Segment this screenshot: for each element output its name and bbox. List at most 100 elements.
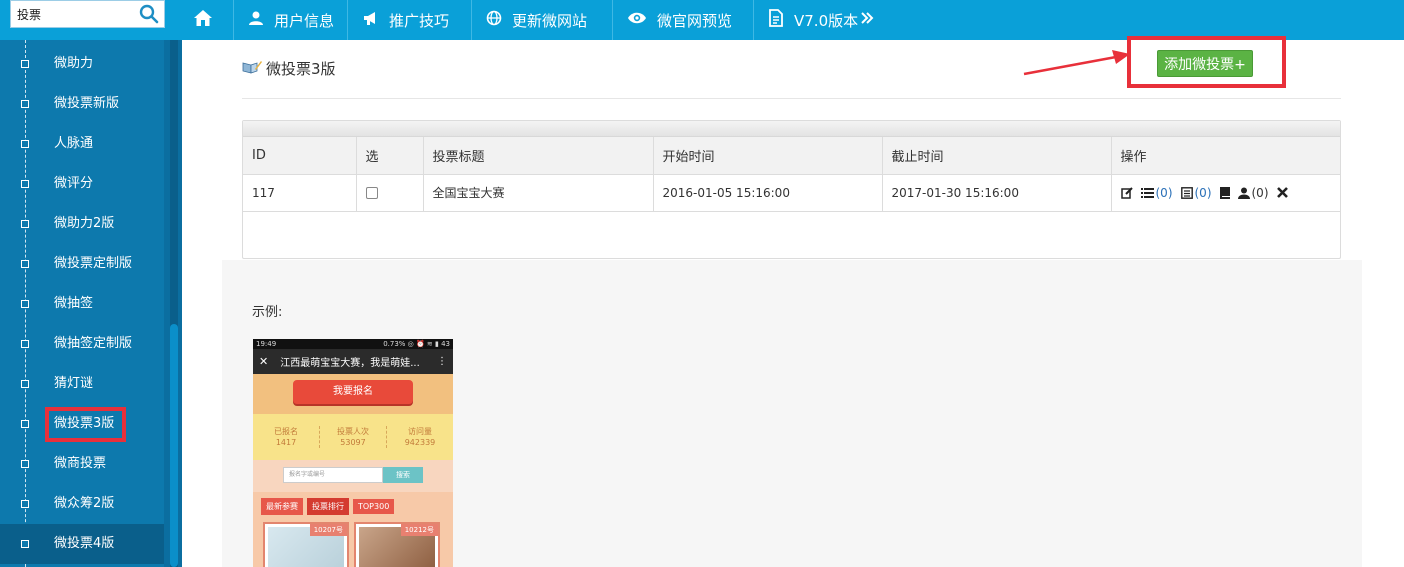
sidebar-item-renmaitong[interactable]: 人脉通 bbox=[0, 124, 164, 164]
users-button[interactable]: (0) bbox=[1237, 185, 1269, 200]
sidebar-item-wei-zhuli[interactable]: 微助力 bbox=[0, 44, 164, 84]
column-header: 开始时间 bbox=[653, 137, 883, 175]
sidebar-scrollbar-thumb[interactable] bbox=[170, 324, 178, 567]
example-label: 示例: bbox=[252, 305, 283, 320]
table-toolbar bbox=[243, 121, 1340, 137]
sidebar-item-rating[interactable]: 微评分 bbox=[0, 164, 164, 204]
nav-label: 推广技巧 bbox=[389, 11, 450, 30]
sidebar-item-label: 微助力2版 bbox=[54, 216, 115, 231]
sidebar-item-lottery[interactable]: 微抽签 bbox=[0, 284, 164, 324]
sidebar-item-label: 微抽签 bbox=[54, 296, 94, 311]
nav-version[interactable]: V7.0版本 bbox=[754, 0, 884, 40]
home-button[interactable] bbox=[182, 0, 234, 40]
divider bbox=[242, 98, 1341, 99]
row-select-cell bbox=[356, 174, 424, 212]
document-icon bbox=[768, 9, 794, 31]
eye-icon bbox=[627, 11, 657, 29]
sidebar-item-label: 微众筹2版 bbox=[54, 496, 115, 511]
tree-node-icon bbox=[21, 180, 29, 188]
nav-update-site[interactable]: 更新微网站 bbox=[472, 0, 613, 40]
phone-stat: 已报名 1417 bbox=[253, 426, 320, 448]
stat-value: 53097 bbox=[340, 438, 366, 447]
delete-button[interactable] bbox=[1276, 187, 1288, 198]
highlight-box bbox=[1127, 36, 1286, 88]
megaphone-icon bbox=[362, 10, 389, 30]
tree-node-icon bbox=[21, 140, 29, 148]
phone-header-title: 江西最萌宝宝大赛，我是萌娃... bbox=[280, 358, 420, 369]
phone-stat: 投票人次 53097 bbox=[320, 426, 387, 448]
double-chevron-right-icon bbox=[860, 11, 884, 29]
nav-label: 用户信息 bbox=[274, 11, 335, 30]
list-count: (0) bbox=[1155, 185, 1173, 200]
sidebar-item-vote-custom[interactable]: 微投票定制版 bbox=[0, 244, 164, 284]
more-vertical-icon: ⋮ bbox=[437, 356, 447, 367]
nav-promo-tips[interactable]: 推广技巧 bbox=[348, 0, 472, 40]
stat-label: 已报名 bbox=[274, 427, 298, 436]
sidebar-item-label: 微投票4版 bbox=[54, 536, 115, 551]
column-header: ID bbox=[243, 137, 357, 175]
phone-status-right: 0.73% ◎ ⏰ ≋ ▮ 43 bbox=[383, 340, 450, 348]
book-button[interactable] bbox=[1219, 186, 1230, 199]
phone-status-bar: 19:49 0.73% ◎ ⏰ ≋ ▮ 43 bbox=[253, 339, 453, 349]
sidebar-item-zhuli-2[interactable]: 微助力2版 bbox=[0, 204, 164, 244]
sidebar-item-merchant-vote[interactable]: 微商投票 bbox=[0, 444, 164, 484]
tree-node-icon bbox=[21, 340, 29, 348]
book-icon bbox=[1219, 186, 1230, 199]
sidebar-item-vote-4[interactable]: 微投票4版 bbox=[0, 524, 164, 564]
nav-user-info[interactable]: 用户信息 bbox=[234, 0, 348, 40]
phone-status-time: 19:49 bbox=[256, 340, 277, 348]
edit-button[interactable] bbox=[1120, 186, 1133, 199]
row-title: 全国宝宝大赛 bbox=[423, 174, 654, 212]
stat-label: 投票人次 bbox=[337, 427, 369, 436]
vote-table: ID 选 投票标题 开始时间 截止时间 操作 117 全国宝宝大赛 2016-0… bbox=[243, 137, 1340, 212]
sidebar-item-lottery-custom[interactable]: 微抽签定制版 bbox=[0, 324, 164, 364]
user-icon bbox=[248, 10, 274, 30]
detail-count: (0) bbox=[1194, 185, 1212, 200]
tree-node-icon bbox=[21, 300, 29, 308]
nav-label: 更新微网站 bbox=[512, 11, 588, 30]
top-nav: 用户信息 推广技巧 更新微网站 微官网预览 V7.0版本 bbox=[182, 0, 884, 40]
tree-node-icon bbox=[21, 420, 29, 428]
detail-list-icon bbox=[1180, 186, 1193, 199]
sidebar-item-label: 微评分 bbox=[54, 176, 94, 191]
stat-label: 访问量 bbox=[408, 427, 432, 436]
search-box bbox=[10, 0, 165, 28]
list-button[interactable]: (0) bbox=[1140, 185, 1173, 200]
sidebar-item-label: 人脉通 bbox=[54, 136, 94, 151]
nav-site-preview[interactable]: 微官网预览 bbox=[613, 0, 754, 40]
search-icon[interactable] bbox=[138, 3, 160, 25]
row-start-time: 2016-01-05 15:16:00 bbox=[653, 174, 883, 212]
vote-table-panel: ID 选 投票标题 开始时间 截止时间 操作 117 全国宝宝大赛 2016-0… bbox=[242, 120, 1341, 259]
close-icon: ✕ bbox=[259, 355, 269, 368]
phone-search: 报名字或编号 搜索 bbox=[253, 460, 453, 492]
phone-card: 10207号 bbox=[263, 522, 349, 567]
tree-node-icon bbox=[21, 60, 29, 68]
page-title-text: 微投票3版 bbox=[266, 60, 336, 78]
row-checkbox[interactable] bbox=[365, 187, 378, 199]
list-icon bbox=[1140, 188, 1154, 198]
tree-node-icon bbox=[21, 100, 29, 108]
search-input[interactable] bbox=[17, 4, 137, 24]
edit-icon bbox=[1120, 186, 1133, 199]
phone-stat: 访问量 942339 bbox=[387, 426, 453, 448]
page-title: 微投票3版 bbox=[242, 58, 336, 79]
column-header: 截止时间 bbox=[882, 137, 1112, 175]
globe-icon bbox=[486, 10, 512, 30]
sidebar-item-label: 微投票新版 bbox=[54, 96, 120, 111]
tree-node-icon bbox=[21, 460, 29, 468]
phone-tab: 最新参赛 bbox=[261, 497, 303, 515]
sidebar-item-riddles[interactable]: 猜灯谜 bbox=[0, 364, 164, 404]
phone-tab: TOP300 bbox=[353, 498, 395, 514]
arrow-annotation-icon bbox=[1023, 50, 1130, 76]
phone-search-input: 报名字或编号 bbox=[283, 467, 383, 483]
phone-header: ✕ 江西最萌宝宝大赛，我是萌娃... ⋮ bbox=[253, 349, 453, 374]
nav-label: 微官网预览 bbox=[657, 11, 733, 30]
user-count: (0) bbox=[1251, 185, 1269, 200]
column-header: 选 bbox=[356, 137, 424, 175]
column-header: 投票标题 bbox=[423, 137, 654, 175]
detail-button[interactable]: (0) bbox=[1180, 185, 1212, 200]
sidebar-item-crowdfund-2[interactable]: 微众筹2版 bbox=[0, 484, 164, 524]
stat-value: 942339 bbox=[404, 438, 436, 447]
sidebar-item-vote-new[interactable]: 微投票新版 bbox=[0, 84, 164, 124]
stat-value: 1417 bbox=[275, 438, 297, 447]
